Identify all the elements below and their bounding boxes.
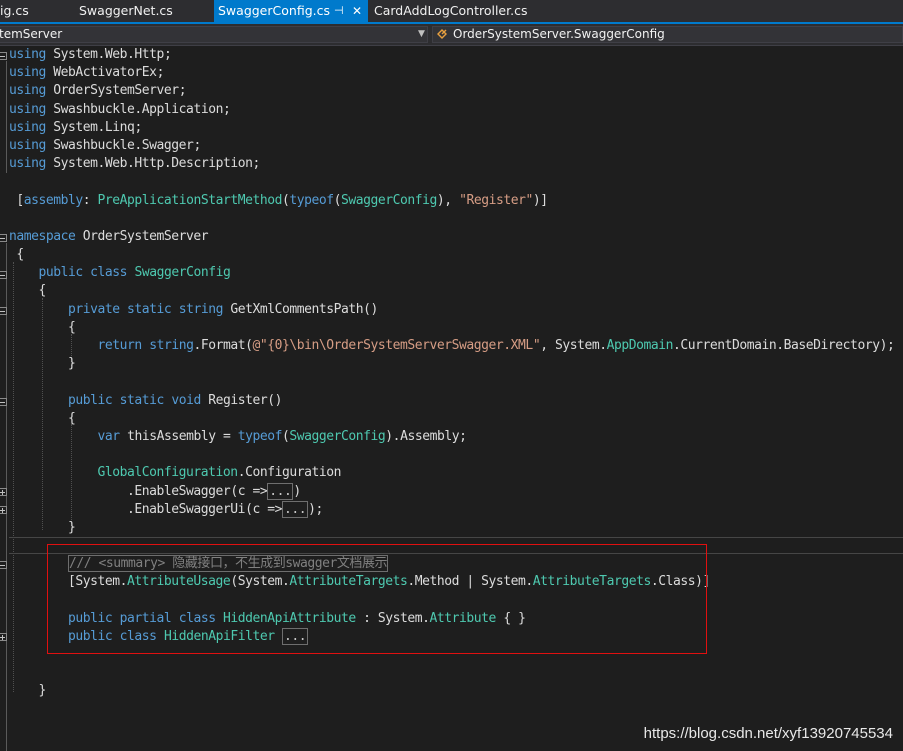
- tab-label: SwaggerConfig.cs: [218, 3, 330, 18]
- code-line: public class SwaggerConfig: [38, 265, 231, 280]
- tab-cardaddlogcontroller-cs[interactable]: CardAddLogController.cs: [369, 0, 549, 22]
- fold-toggle[interactable]: [0, 271, 7, 279]
- tab-swaggernet-cs[interactable]: SwaggerNet.cs: [71, 0, 213, 22]
- code-line: using Swashbuckle.Swagger;: [9, 138, 201, 153]
- code-line: .EnableSwaggerUi(c =>...);: [127, 501, 323, 518]
- tab-label: SwaggerNet.cs: [79, 3, 173, 18]
- code-line: GlobalConfiguration.Configuration: [97, 465, 342, 480]
- code-line: var thisAssembly = typeof(SwaggerConfig)…: [97, 429, 467, 444]
- document-tab-strip: ig.cs SwaggerNet.cs SwaggerConfig.cs ⊣ ✕…: [0, 0, 903, 24]
- code-line: using System.Web.Http.Description;: [9, 156, 260, 171]
- fold-toggle[interactable]: [0, 52, 7, 60]
- code-line: using System.Web.Http;: [9, 47, 172, 62]
- watermark-text: https://blog.csdn.net/xyf13920745534: [643, 725, 893, 742]
- collapsed-region[interactable]: ...: [281, 501, 309, 518]
- fold-toggle[interactable]: [0, 561, 7, 569]
- type-dropdown-value: OrderSystemServer.SwaggerConfig: [453, 27, 665, 41]
- tab-ig-cs[interactable]: ig.cs: [0, 0, 70, 22]
- tab-swaggerconfig-cs[interactable]: SwaggerConfig.cs ⊣ ✕: [214, 0, 368, 22]
- code-line: {: [9, 320, 76, 335]
- code-line: private static string GetXmlCommentsPath…: [68, 302, 378, 317]
- fold-expand-toggle[interactable]: [0, 506, 7, 514]
- code-editor[interactable]: using System.Web.Http; using WebActivato…: [0, 46, 903, 751]
- project-dropdown-value: temServer: [0, 27, 63, 41]
- pin-icon[interactable]: ⊣: [334, 0, 344, 22]
- class-icon: [437, 29, 447, 39]
- code-line: }: [9, 683, 47, 698]
- collapsed-region[interactable]: ...: [267, 483, 294, 500]
- type-dropdown[interactable]: OrderSystemServer.SwaggerConfig: [432, 26, 903, 43]
- fold-expand-toggle[interactable]: [0, 633, 7, 641]
- fold-toggle[interactable]: [0, 398, 7, 406]
- code-line: [assembly: PreApplicationStartMethod(typ…: [9, 193, 548, 208]
- fold-toggle[interactable]: [0, 307, 7, 315]
- code-line: using System.Linq;: [9, 120, 142, 135]
- code-line: using OrderSystemServer;: [9, 83, 187, 98]
- code-line: .EnableSwagger(c =>...): [127, 483, 301, 500]
- navigation-bar: temServer ▼ OrderSystemServer.SwaggerCon…: [0, 24, 903, 46]
- fold-expand-toggle[interactable]: [0, 488, 7, 496]
- code-line: public static void Register(): [68, 393, 283, 408]
- tab-label: ig.cs: [0, 3, 29, 18]
- code-line: using WebActivatorEx;: [9, 65, 164, 80]
- code-line: }: [9, 520, 76, 535]
- tab-label: CardAddLogController.cs: [374, 3, 528, 18]
- code-line: {: [9, 247, 24, 262]
- code-line: }: [9, 356, 76, 371]
- code-line: {: [9, 283, 47, 298]
- outline-line: [6, 61, 7, 173]
- fold-toggle[interactable]: [0, 234, 7, 242]
- code-line: namespace OrderSystemServer: [9, 229, 209, 244]
- close-icon[interactable]: ✕: [352, 0, 362, 22]
- project-dropdown[interactable]: temServer ▼: [0, 26, 428, 43]
- outline-line: [6, 243, 7, 751]
- code-line: using Swashbuckle.Application;: [9, 102, 231, 117]
- chevron-down-icon: ▼: [418, 29, 425, 39]
- code-line: return string.Format(@"{0}\bin\OrderSyst…: [97, 338, 895, 353]
- code-line: {: [9, 411, 76, 426]
- highlight-annotation-box: [47, 544, 707, 654]
